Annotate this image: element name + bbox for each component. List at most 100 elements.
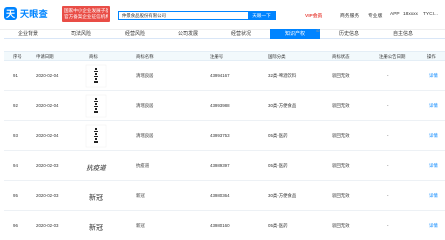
trademark-logo[interactable]: 抗疫道: [84, 154, 108, 178]
logo-mark: 天: [4, 7, 17, 20]
row-category: 05类-医药: [268, 133, 288, 138]
detail-link[interactable]: 详情: [429, 161, 438, 171]
table-row: 92 2020-02-04 清瑶良居 43993988 30类-方便食品 驳回无…: [4, 91, 445, 121]
table-row: 95 2020-02-03 新冠 新冠 43980364 30类-方便食品 驳回…: [4, 181, 445, 211]
row-date: 2020-02-03: [36, 193, 59, 198]
trademark-logo[interactable]: [84, 94, 108, 118]
col-category: 国际分类: [268, 54, 286, 59]
tab-ip-count: 40: [316, 29, 320, 33]
row-name: 清瑶良居: [136, 73, 154, 78]
row-reg-no: 43989397: [210, 163, 230, 168]
row-status: 驳回无效: [332, 223, 350, 228]
trademark-logo[interactable]: [84, 64, 108, 88]
detail-link[interactable]: 详情: [429, 191, 438, 201]
search-button[interactable]: 天眼一下: [248, 12, 275, 19]
col-name: 商标名称: [136, 54, 154, 59]
row-name: 新冠: [136, 223, 145, 228]
detail-link[interactable]: 详情: [429, 221, 438, 231]
tab-self-info[interactable]: 自主信息: [378, 29, 428, 39]
row-category: 30类-方便食品: [268, 103, 297, 108]
notice-banner[interactable]: 国家中小企业发展子基金旗下 官方备案企业征信机构: [62, 6, 110, 22]
row-date: 2020-02-04: [36, 73, 59, 78]
col-logo: 商标: [89, 54, 98, 59]
logo-kangyidao-text: 抗疫道: [86, 164, 107, 172]
row-date: 2020-02-04: [36, 133, 59, 138]
row-status: 驳回无效: [332, 133, 350, 138]
trademark-logo[interactable]: 新冠: [84, 184, 108, 208]
row-date: 2020-02-03: [36, 223, 59, 228]
tab-enterprise-background[interactable]: 企业背景: [4, 29, 52, 39]
nav-user[interactable]: 18xxxx: [403, 12, 418, 17]
trademark-logo-image: 新冠: [89, 223, 103, 232]
row-pub-date: -: [387, 73, 389, 78]
row-category: 30类-方便食品: [268, 193, 297, 198]
table-row: 96 2020-02-03 新冠 新冠 43980160 05类-医药 驳回无效…: [4, 211, 445, 240]
row-index: 92: [13, 103, 18, 108]
row-reg-no: 43994167: [210, 73, 230, 78]
trademark-logo-image: [85, 124, 107, 148]
trademark-logo-image: [85, 94, 107, 118]
nav-company[interactable]: TYCI...: [423, 12, 438, 17]
row-name: 新冠: [136, 193, 145, 198]
row-index: 95: [13, 193, 18, 198]
tab-judicial-risk[interactable]: 司法风险: [56, 29, 106, 39]
tab-history[interactable]: 历史信息: [324, 29, 374, 39]
logo-text: 天眼查: [20, 9, 48, 19]
row-reg-no: 43980160: [210, 223, 230, 228]
row-date: 2020-02-03: [36, 163, 59, 168]
tab-intellectual-property[interactable]: 知识产权: [270, 29, 320, 39]
trademark-logo-image: 抗疫道: [86, 164, 107, 172]
row-reg-no: 43993753: [210, 133, 230, 138]
notice-line-2: 官方备案企业征信机构: [64, 13, 108, 19]
row-reg-no: 43980364: [210, 193, 230, 198]
col-status: 商标状态: [332, 54, 350, 59]
row-pub-date: -: [387, 133, 389, 138]
row-status: 驳回无效: [332, 73, 350, 78]
row-reg-no: 43993988: [210, 103, 230, 108]
col-action: 操作: [427, 54, 436, 59]
row-pub-date: -: [387, 103, 389, 108]
row-status: 驳回无效: [332, 103, 350, 108]
row-status: 驳回无效: [332, 163, 350, 168]
logo-xinguan-text: 新冠: [89, 223, 103, 232]
trademark-logo-image: [85, 64, 107, 88]
notice-line-1: 国家中小企业发展子基金旗下: [64, 7, 108, 13]
logo-xinguan-text: 新冠: [89, 193, 103, 202]
search-box: 天眼一下: [118, 11, 276, 20]
row-category: 32类-啤酒饮料: [268, 73, 297, 78]
nav-app[interactable]: APP: [390, 12, 400, 17]
row-pub-date: -: [387, 163, 389, 168]
row-pub-date: -: [387, 223, 389, 228]
row-category: 05类-医药: [268, 223, 288, 228]
table-row: 91 2020-02-04 清瑶良居 43994167 32类-啤酒饮料 驳回无…: [4, 61, 445, 91]
row-category: 05类-医药: [268, 163, 288, 168]
col-apply-date: 申请日期: [36, 54, 54, 59]
table-row: 94 2020-02-03 抗疫道 抗疫道 43989397 05类-医药 驳回…: [4, 151, 445, 181]
trademark-logo[interactable]: 新冠: [84, 214, 108, 238]
tab-operating-status[interactable]: 经营状况: [216, 29, 266, 39]
row-name: 清瑶良居: [136, 133, 154, 138]
nav-vip[interactable]: VIP会员: [305, 12, 322, 19]
trademark-logo[interactable]: [84, 124, 108, 148]
col-reg-no: 注册号: [210, 54, 224, 59]
top-header: 天 天眼查 国家中小企业发展子基金旗下 官方备案企业征信机构 天眼一下 VIP会…: [0, 0, 445, 30]
table-header: 序号 申请日期 商标 商标名称 注册号 国际分类 商标状态 注册公告日期 操作: [4, 51, 445, 61]
table-row: 93 2020-02-04 清瑶良居 43993753 05类-医药 驳回无效 …: [4, 121, 445, 151]
row-name: 抗疫道: [136, 163, 150, 168]
col-pub-date: 注册公告日期: [379, 54, 406, 59]
detail-link[interactable]: 详情: [429, 101, 438, 111]
row-status: 驳回无效: [332, 193, 350, 198]
trademark-logo-image: 新冠: [89, 193, 103, 202]
tab-operating-risk[interactable]: 经营风险: [110, 29, 160, 39]
tab-company-development[interactable]: 公司发展: [163, 29, 213, 39]
row-pub-date: -: [387, 193, 389, 198]
nav-pro[interactable]: 专业版: [368, 12, 382, 19]
trademark-table: 序号 申请日期 商标 商标名称 注册号 国际分类 商标状态 注册公告日期 操作 …: [4, 51, 445, 240]
detail-link[interactable]: 详情: [429, 71, 438, 81]
row-date: 2020-02-04: [36, 103, 59, 108]
row-index: 93: [13, 133, 18, 138]
nav-business[interactable]: 商务服务: [340, 12, 359, 19]
detail-link[interactable]: 详情: [429, 131, 438, 141]
logo[interactable]: 天 天眼查: [4, 7, 48, 20]
search-input[interactable]: [119, 12, 244, 19]
